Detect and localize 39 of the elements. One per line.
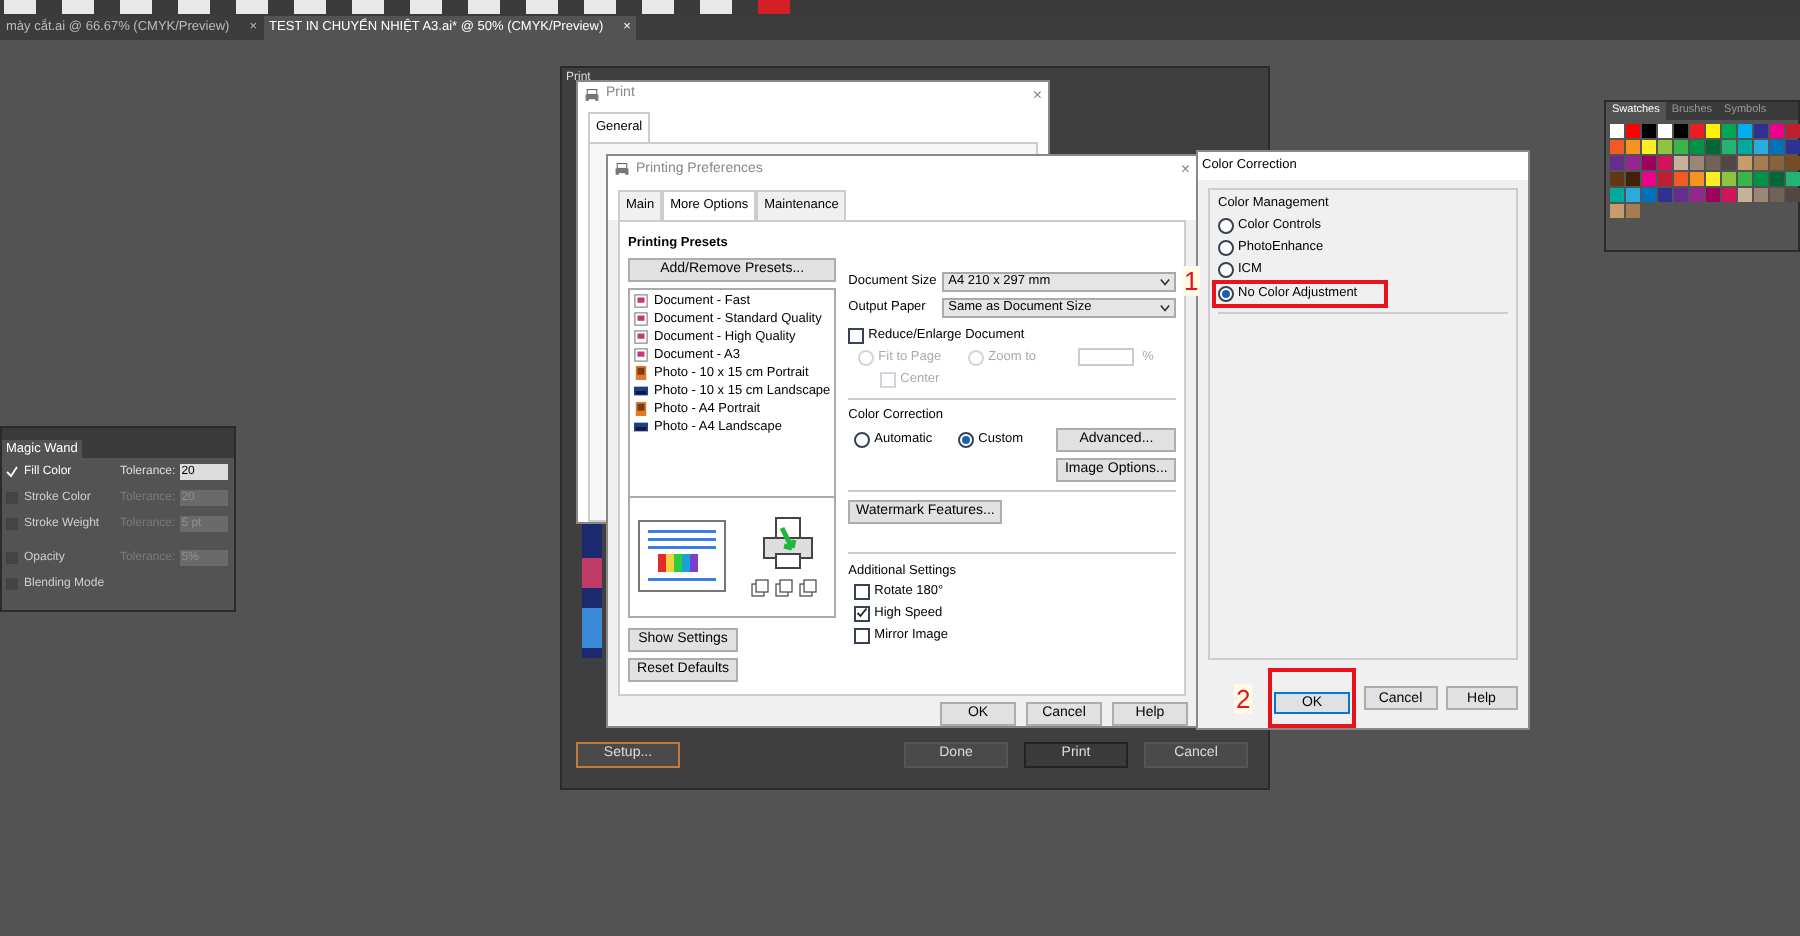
swatch-grid[interactable] [1606,120,1798,222]
close-button[interactable]: × [1180,158,1190,182]
toolbar-icon[interactable] [178,0,210,14]
checkbox[interactable] [854,605,871,622]
printer-icon [584,87,600,103]
copies-icon [750,578,770,599]
chevron-down-icon [1160,303,1171,312]
page-preview-drawing [638,520,726,593]
toolbar-icon[interactable] [352,0,384,14]
radio-button[interactable] [1218,217,1234,233]
radio-button[interactable] [1218,286,1234,302]
radio-button[interactable] [1218,239,1234,255]
toolbar-icon[interactable] [468,0,500,14]
toolbar-icon[interactable] [758,0,790,14]
checkbox[interactable] [848,327,865,344]
checkbox[interactable] [854,583,871,600]
toolbar-icon[interactable] [642,0,674,14]
toolbar-icon[interactable] [62,0,94,14]
toolbar-icon[interactable] [526,0,558,14]
close-button[interactable]: × [1032,83,1042,107]
radio-button[interactable] [958,431,975,447]
toolbar-icon[interactable] [410,0,442,14]
printer-icon [614,162,630,178]
copies-icon [798,578,818,599]
checkbox[interactable] [854,627,871,644]
zoom-field[interactable] [1078,348,1135,367]
step-number: 2 [1234,684,1253,714]
chevron-down-icon [1160,277,1171,286]
copies-icon [774,578,794,599]
radio-button[interactable] [1218,261,1234,277]
toolbar-icon[interactable] [584,0,616,14]
toolbar-icon[interactable] [294,0,326,14]
toolbar-icon[interactable] [120,0,152,14]
step-number: 1 [1182,266,1201,296]
toolbar-icon[interactable] [700,0,732,14]
toolbar-icon[interactable] [236,0,268,14]
printer-drawing [758,514,818,575]
toolbar-icon[interactable] [4,0,36,14]
radio-button[interactable] [854,431,871,447]
